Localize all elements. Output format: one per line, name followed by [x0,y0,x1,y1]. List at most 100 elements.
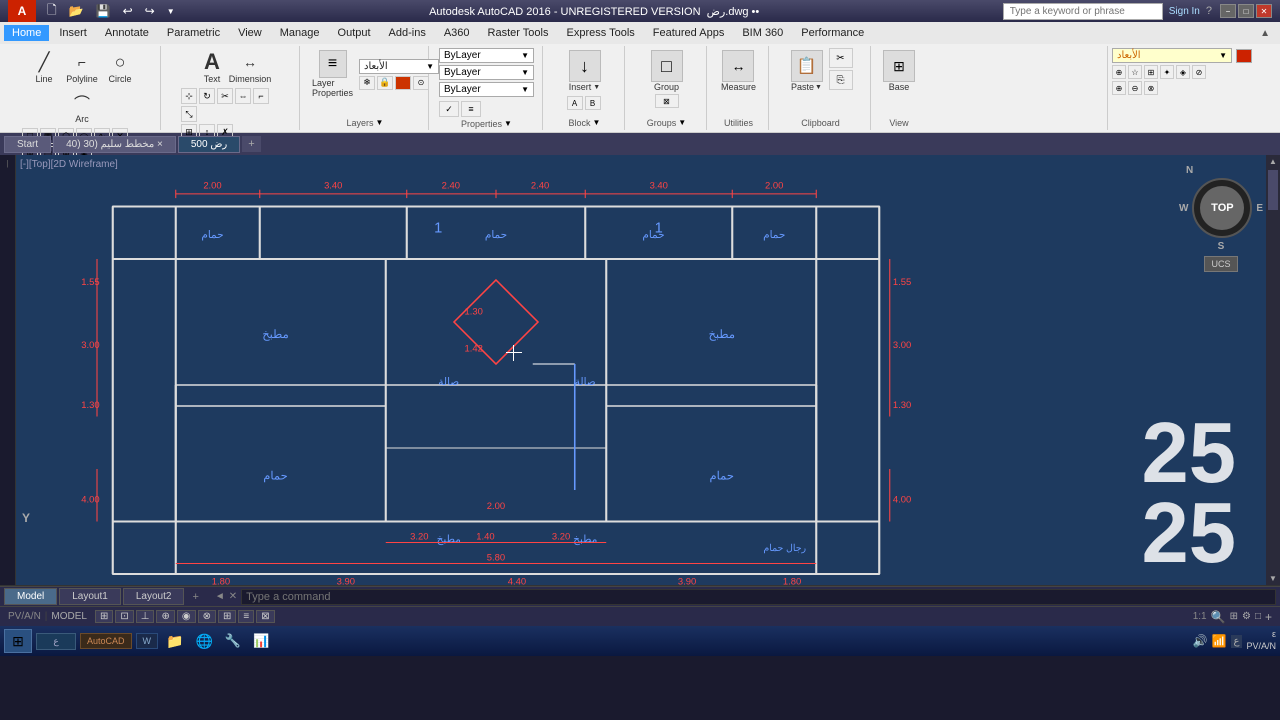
bylayer-dropdown-1[interactable]: ByLayer▼ [439,48,534,63]
taskbar-arabic[interactable]: ع [36,633,76,650]
block-dropdown-arrow[interactable]: ▼ [593,118,601,127]
tool-line[interactable]: ╱ Line [26,48,62,86]
taskbar-keyboard[interactable]: ع [1231,635,1243,648]
menu-raster[interactable]: Raster Tools [480,25,557,41]
taskbar-network[interactable]: 📶 [1212,634,1227,648]
menu-parametric[interactable]: Parametric [159,25,228,41]
group-btn[interactable]: □ Group [649,48,685,94]
tab-layout2[interactable]: Layout2 [123,588,185,605]
ribbon-toggle[interactable]: ▲ [1254,26,1276,41]
tool-arc[interactable]: ⌒ Arc [64,88,100,126]
status-btn-dynin[interactable]: ⊞ [218,610,236,623]
tab-add[interactable]: + [242,136,260,152]
status-btn-grid[interactable]: ⊞ [95,610,113,623]
scroll-thumb[interactable] [1268,170,1278,210]
insert-btn[interactable]: ↓ Insert▼ [567,48,603,94]
menu-insert[interactable]: Insert [51,25,95,41]
canvas-area[interactable]: [-][Top][2D Wireframe] Y [16,155,1266,585]
annotation-dropdown[interactable]: الأبعاد▼ [1112,48,1232,63]
measure-btn[interactable]: ↔ Measure [719,48,758,94]
qa-btn-open[interactable]: 📂 [66,4,87,18]
tab-add-layout[interactable]: + [186,589,204,605]
cmd-close-btn[interactable]: ✕ [229,591,237,602]
status-btn-ortho[interactable]: ⊥ [136,610,155,623]
taskbar-browser[interactable]: 🌐 [191,631,216,652]
bylayer-dropdown-3[interactable]: ByLayer▼ [439,82,534,97]
tool-circle[interactable]: ○ Circle [102,48,138,86]
menu-express[interactable]: Express Tools [558,25,642,41]
tool-fillet[interactable]: ⌐ [253,88,269,104]
layer-dropdown[interactable]: الأبعاد ▼ [359,59,439,74]
cut-btn[interactable]: ✂ [829,48,853,68]
minimize-btn[interactable]: − [1220,4,1236,18]
list-props-btn[interactable]: ≡ [461,101,481,117]
taskbar-autocad[interactable]: AutoCAD [80,633,132,649]
help-btn[interactable]: ? [1206,5,1212,17]
status-btn-tpmode[interactable]: ⊠ [256,610,274,623]
ann-tool-1[interactable]: ⊕ [1112,65,1126,79]
layer-freeze-btn[interactable]: ❄ 🔒 ⊙ [359,76,439,90]
status-btn-lw[interactable]: ≡ [238,610,254,623]
menu-featured[interactable]: Featured Apps [645,25,733,41]
tab-layout1[interactable]: Layout1 [59,588,121,605]
zoom-btn[interactable]: 🔍 [1211,610,1226,624]
right-scrollbar[interactable]: ▲ ▼ [1266,155,1280,585]
start-btn[interactable]: ⊞ [4,629,32,653]
layout-viewport-btn[interactable]: □ [1255,611,1261,622]
attrib-btn[interactable]: B [585,96,601,110]
ann-tool-4[interactable]: ✦ [1160,65,1174,79]
menu-annotate[interactable]: Annotate [97,25,157,41]
viewport-btn[interactable]: ⊞ [1230,611,1238,622]
paste-btn[interactable]: 📋 Paste▼ [789,48,825,94]
settings-btn[interactable]: ⚙ [1242,611,1251,622]
ann-tool-5[interactable]: ◈ [1176,65,1190,79]
menu-home[interactable]: Home [4,25,49,41]
status-btn-polar[interactable]: ⊕ [156,610,174,623]
qa-btn-save[interactable]: 💾 [93,4,114,18]
copy-btn[interactable]: ⎘ [829,70,853,90]
base-btn[interactable]: ⊞ Base [881,48,917,94]
taskbar-word[interactable]: W [136,633,159,649]
maximize-btn[interactable]: □ [1238,4,1254,18]
tool-rotate[interactable]: ↻ [199,88,215,104]
props-dropdown-arrow[interactable]: ▼ [504,119,512,128]
title-search[interactable] [1003,3,1163,20]
menu-bim360[interactable]: BIM 360 [734,25,791,41]
tool-move[interactable]: ⊹ [181,88,197,104]
layer-isolate-btn[interactable]: ⊙ [413,76,429,90]
command-input[interactable] [241,589,1276,605]
layer-tools-2[interactable]: ⊖ [1128,81,1142,95]
tab-model[interactable]: Model [4,588,57,605]
layer-properties-btn[interactable]: ≡ LayerProperties [310,48,355,100]
tool-text[interactable]: A Text [194,48,230,86]
close-btn[interactable]: ✕ [1256,4,1272,18]
taskbar-folder[interactable]: 📁 [162,631,187,652]
scroll-up-btn[interactable]: ▲ [1269,157,1277,166]
plus-btn[interactable]: + [1265,610,1272,624]
menu-view[interactable]: View [230,25,270,41]
qa-btn-redo[interactable]: ↪ [142,4,158,18]
status-btn-snap[interactable]: ⊡ [115,610,133,623]
taskbar-icon-1[interactable]: 🔧 [221,631,245,651]
menu-performance[interactable]: Performance [793,25,872,41]
layer-lock-btn[interactable]: 🔒 [377,76,393,90]
menu-a360[interactable]: A360 [436,25,478,41]
tool-dimension[interactable]: ↔ Dimension [232,48,268,86]
match-props-btn[interactable]: ✓ [439,101,459,117]
menu-manage[interactable]: Manage [272,25,328,41]
sign-in-btn[interactable]: Sign In [1169,6,1200,17]
tab-start[interactable]: Start [4,136,51,153]
layers-dropdown-arrow[interactable]: ▼ [376,118,384,127]
menu-addins[interactable]: Add-ins [381,25,434,41]
tool-trim[interactable]: ✂ [217,88,233,104]
ann-tool-2[interactable]: ☆ [1128,65,1142,79]
ungroup-btn[interactable]: ⊠ [655,94,679,108]
compass-widget[interactable]: TOP [1192,178,1252,238]
layer-tools-1[interactable]: ⊕ [1112,81,1126,95]
attdef-btn[interactable]: A [567,96,583,110]
tool-mirror[interactable]: ⇔ [235,88,251,104]
tool-polyline[interactable]: ⌐ Polyline [64,48,100,86]
bylayer-dropdown-2[interactable]: ByLayer▼ [439,65,534,80]
cmd-prev-btn[interactable]: ◄ [215,591,225,602]
status-btn-otrack[interactable]: ⊗ [198,610,216,623]
